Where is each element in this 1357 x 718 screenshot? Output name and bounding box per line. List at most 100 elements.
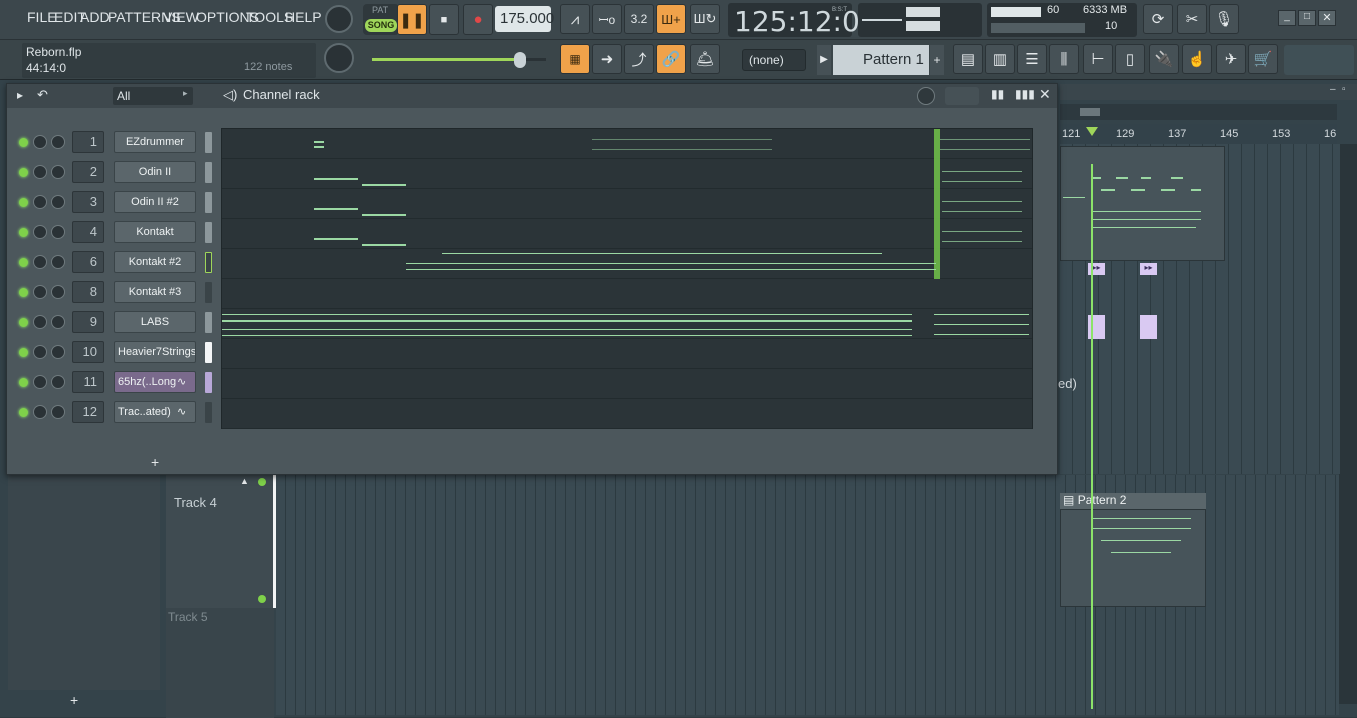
tempo-display[interactable]: 175.000 [495, 6, 554, 32]
channel-pan-knob[interactable] [51, 315, 65, 329]
channel-select-bar[interactable] [205, 132, 212, 153]
channel-row[interactable]: 6 Kontakt #2 [7, 248, 217, 278]
audio-input-button[interactable]: 🎙 [1209, 4, 1239, 34]
menu-add[interactable]: ADD [80, 9, 110, 25]
playlist-button[interactable]: ▤ [953, 44, 983, 74]
main-slider-handle[interactable] [514, 52, 526, 68]
channel-name-button[interactable]: Odin II [114, 161, 196, 183]
channel-mixer-number[interactable]: 9 [72, 311, 104, 333]
channel-row[interactable]: 4 Kontakt [7, 218, 217, 248]
channel-row[interactable]: 3 Odin II #2 [7, 188, 217, 218]
channel-mute-led[interactable] [19, 258, 28, 267]
channel-mixer-number[interactable]: 8 [72, 281, 104, 303]
channel-row[interactable]: 12 Trac..ated) ∿ [7, 398, 217, 428]
channel-name-button[interactable]: Kontakt [114, 221, 196, 243]
channel-volume-knob[interactable] [33, 135, 47, 149]
channel-select-bar[interactable] [205, 252, 212, 273]
pat-song-toggle[interactable]: PAT SONG [363, 4, 399, 35]
add-track-button[interactable]: + [70, 692, 78, 708]
channel-pan-knob[interactable] [51, 345, 65, 359]
channel-mute-led[interactable] [19, 168, 28, 177]
master-pitch-knob[interactable] [324, 43, 354, 73]
channel-select-bar[interactable] [205, 312, 212, 333]
channel-volume-knob[interactable] [33, 195, 47, 209]
channel-mute-led[interactable] [19, 408, 28, 417]
channel-volume-knob[interactable] [33, 375, 47, 389]
menu-file[interactable]: FILE [27, 9, 57, 25]
channel-mute-led[interactable] [19, 138, 28, 147]
rack-close-icon[interactable]: ✕ [1039, 86, 1051, 103]
undo-history-button[interactable]: ⟳ [1143, 4, 1173, 34]
pause-button[interactable]: ❚❚ [397, 4, 427, 35]
channel-name-button[interactable]: Odin II #2 [114, 191, 196, 213]
project-info-button[interactable]: ▯ [1115, 44, 1145, 74]
channel-name-button[interactable]: Kontakt #2 [114, 251, 196, 273]
touch-controller-button[interactable]: ☝ [1182, 44, 1212, 74]
snap-select[interactable]: (none) [742, 49, 806, 71]
channel-volume-knob[interactable] [33, 405, 47, 419]
channel-pan-knob[interactable] [51, 375, 65, 389]
channel-select-bar[interactable] [205, 372, 212, 393]
arrow-tool-button[interactable]: ➜ [592, 44, 622, 74]
channel-volume-knob[interactable] [33, 315, 47, 329]
channel-select-bar[interactable] [205, 282, 212, 303]
track-4-collapse-icon[interactable]: ▲ [240, 476, 249, 486]
channel-mute-led[interactable] [19, 198, 28, 207]
channel-mixer-number[interactable]: 3 [72, 191, 104, 213]
channel-filter-select[interactable]: All [113, 87, 193, 105]
tips-button[interactable]: ✈ [1216, 44, 1246, 74]
pattern-prev-button[interactable]: ▶ [817, 45, 831, 75]
countdown-button[interactable]: 3.2 [624, 4, 654, 34]
channel-pan-knob[interactable] [51, 405, 65, 419]
link-button[interactable]: 🔗 [656, 44, 686, 74]
channel-mixer-number[interactable]: 2 [72, 161, 104, 183]
channel-mixer-number[interactable]: 12 [72, 401, 104, 423]
track-4-led-bottom[interactable] [258, 595, 266, 603]
rack-options-arrow-icon[interactable]: ▸ [17, 88, 23, 102]
automation-clip-2[interactable]: ▸▸ [1140, 263, 1157, 275]
step-view-icon[interactable]: ▮▮▮ [1015, 87, 1035, 101]
channel-mute-led[interactable] [19, 288, 28, 297]
wait-input-button[interactable]: ꟷo [592, 4, 622, 34]
mixer-button[interactable]: ⫼ [1049, 44, 1079, 74]
stop-button[interactable]: ■ [429, 4, 459, 35]
rack-undo-icon[interactable]: ↶ [37, 87, 48, 103]
piano-roll-snap-button[interactable]: ▦ [560, 44, 590, 74]
playlist-maximize-icon[interactable]: ▫ [1342, 84, 1346, 95]
record-button[interactable]: ● [463, 4, 493, 35]
channel-row[interactable]: 10 Heavier7Strings [7, 338, 217, 368]
channel-pan-knob[interactable] [51, 135, 65, 149]
channel-volume-knob[interactable] [33, 165, 47, 179]
channel-name-button[interactable]: LABS [114, 311, 196, 333]
menu-help[interactable]: HELP [285, 9, 322, 25]
add-channel-button[interactable]: + [151, 454, 159, 470]
channel-mixer-number[interactable]: 6 [72, 251, 104, 273]
channel-pan-knob[interactable] [51, 285, 65, 299]
pattern-2-clip-header[interactable]: ▤ Pattern 2 [1060, 493, 1206, 509]
piano-roll-preview[interactable] [221, 128, 1033, 429]
filter-dropdown-icon[interactable]: ▸ [183, 88, 188, 99]
shop-button[interactable]: 🛒 [1248, 44, 1278, 74]
channel-select-bar[interactable] [205, 402, 212, 423]
browser-button[interactable]: ⊢ [1083, 44, 1113, 74]
channel-volume-knob[interactable] [33, 255, 47, 269]
channel-mute-led[interactable] [19, 228, 28, 237]
audio-clip-2[interactable] [1140, 315, 1157, 339]
channel-row[interactable]: 2 Odin II [7, 158, 217, 188]
channel-row[interactable]: 1 EZdrummer [7, 128, 217, 158]
track-4-led[interactable] [258, 478, 266, 486]
timeline-ruler[interactable]: 121 129 137 145 153 16 [1060, 124, 1337, 144]
minimize-button[interactable]: _ [1278, 10, 1296, 26]
master-volume-knob[interactable] [325, 5, 353, 33]
pattern-clip-1[interactable] [1060, 146, 1225, 261]
channel-rack-button[interactable]: ☰ [1017, 44, 1047, 74]
add-pattern-button[interactable]: + [930, 45, 944, 75]
channel-volume-knob[interactable] [33, 225, 47, 239]
channel-mixer-number[interactable]: 4 [72, 221, 104, 243]
channel-pan-knob[interactable] [51, 165, 65, 179]
graph-editor-icon[interactable]: ▮▮ [991, 87, 1004, 101]
channel-volume-knob[interactable] [33, 345, 47, 359]
pattern-2-clip[interactable] [1060, 509, 1206, 607]
channel-select-bar[interactable] [205, 342, 212, 363]
channel-mute-led[interactable] [19, 348, 28, 357]
